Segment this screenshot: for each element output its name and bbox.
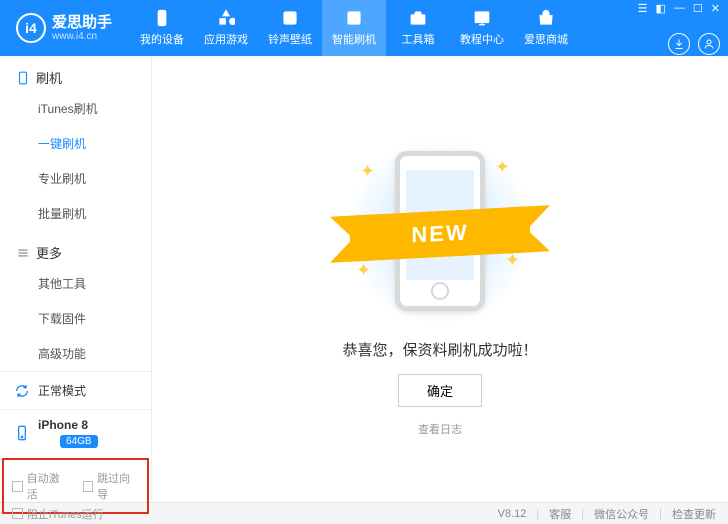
- sidebar-item[interactable]: 下载固件: [38, 301, 151, 336]
- logo[interactable]: i4 爱思助手 www.i4.cn: [8, 13, 120, 43]
- version-label: V8.12: [498, 508, 527, 520]
- success-message: 恭喜您，保资料刷机成功啦！: [342, 339, 537, 360]
- sidebar-item[interactable]: 一键刷机: [38, 126, 151, 161]
- nav-item-toolbox[interactable]: 工具箱: [386, 0, 450, 56]
- minimize-icon[interactable]: —: [674, 2, 685, 15]
- user-icon[interactable]: [698, 33, 720, 55]
- success-illustration: ✦✦✦✦ NEW: [340, 141, 540, 321]
- device-mode-label: 正常模式: [38, 382, 86, 399]
- close-icon[interactable]: ✕: [711, 2, 720, 15]
- settings-icon[interactable]: ☰: [638, 2, 648, 15]
- tutorial-icon: [473, 9, 491, 27]
- device-row[interactable]: iPhone 8 64GB: [0, 410, 151, 456]
- auto-activate-checkbox[interactable]: 自动激活: [12, 470, 69, 502]
- sidebar-item[interactable]: iTunes刷机: [38, 91, 151, 126]
- check-update-link[interactable]: 检查更新: [672, 506, 716, 522]
- sidebar-item[interactable]: 高级功能: [38, 336, 151, 371]
- main-content: ✦✦✦✦ NEW 恭喜您，保资料刷机成功啦！ 确定 查看日志: [152, 56, 728, 502]
- body: 刷机 iTunes刷机一键刷机专业刷机批量刷机 更多 其他工具下载固件高级功能 …: [0, 56, 728, 502]
- nav-item-phone[interactable]: 我的设备: [130, 0, 194, 56]
- block-itunes-checkbox[interactable]: 阻止iTunes运行: [12, 506, 104, 522]
- header: i4 爱思助手 www.i4.cn 我的设备应用游戏铃声壁纸智能刷机工具箱教程中…: [0, 0, 728, 56]
- device-name: iPhone 8: [38, 418, 98, 432]
- sidebar-section-title: 刷机: [36, 68, 62, 87]
- menu-icon: [16, 246, 30, 260]
- sidebar-item[interactable]: 其他工具: [38, 266, 151, 301]
- skin-icon[interactable]: ◧: [656, 2, 666, 15]
- sidebar-item[interactable]: 专业刷机: [38, 161, 151, 196]
- sidebar: 刷机 iTunes刷机一键刷机专业刷机批量刷机 更多 其他工具下载固件高级功能 …: [0, 56, 152, 502]
- logo-icon: i4: [16, 13, 46, 43]
- device-storage-badge: 64GB: [60, 435, 98, 448]
- logo-text: 爱思助手: [52, 15, 112, 30]
- flash-icon: [345, 9, 363, 27]
- apps-icon: [217, 9, 235, 27]
- top-nav: 我的设备应用游戏铃声壁纸智能刷机工具箱教程中心爱思商城: [130, 0, 638, 56]
- maximize-icon[interactable]: ☐: [693, 2, 703, 15]
- skip-wizard-checkbox[interactable]: 跳过向导: [83, 470, 140, 502]
- phone-icon: [16, 71, 30, 85]
- new-ribbon: NEW: [350, 206, 530, 261]
- nav-item-tutorial[interactable]: 教程中心: [450, 0, 514, 56]
- ok-button[interactable]: 确定: [398, 374, 482, 407]
- sidebar-item[interactable]: 批量刷机: [38, 196, 151, 231]
- logo-subtext: www.i4.cn: [52, 32, 112, 42]
- nav-item-store[interactable]: 爱思商城: [514, 0, 578, 56]
- nav-item-apps[interactable]: 应用游戏: [194, 0, 258, 56]
- sidebar-section-title: 更多: [36, 243, 62, 262]
- sidebar-section-more: 更多: [0, 231, 151, 266]
- store-icon: [537, 9, 555, 27]
- download-icon[interactable]: [668, 33, 690, 55]
- window-controls: ☰ ◧ — ☐ ✕: [638, 2, 720, 15]
- toolbox-icon: [409, 9, 427, 27]
- phone-icon: [153, 9, 171, 27]
- wechat-link[interactable]: 微信公众号: [594, 506, 649, 522]
- refresh-icon: [14, 383, 30, 399]
- device-mode-row[interactable]: 正常模式: [0, 372, 151, 410]
- nav-item-flash[interactable]: 智能刷机: [322, 0, 386, 56]
- view-log-link[interactable]: 查看日志: [418, 421, 462, 437]
- nav-item-ring[interactable]: 铃声壁纸: [258, 0, 322, 56]
- customer-service-link[interactable]: 客服: [549, 506, 571, 522]
- device-icon: [14, 425, 30, 441]
- sidebar-section-flash: 刷机: [0, 56, 151, 91]
- sidebar-bottom-panel: 正常模式 iPhone 8 64GB 自动激活 跳过向导: [0, 371, 151, 516]
- ring-icon: [281, 9, 299, 27]
